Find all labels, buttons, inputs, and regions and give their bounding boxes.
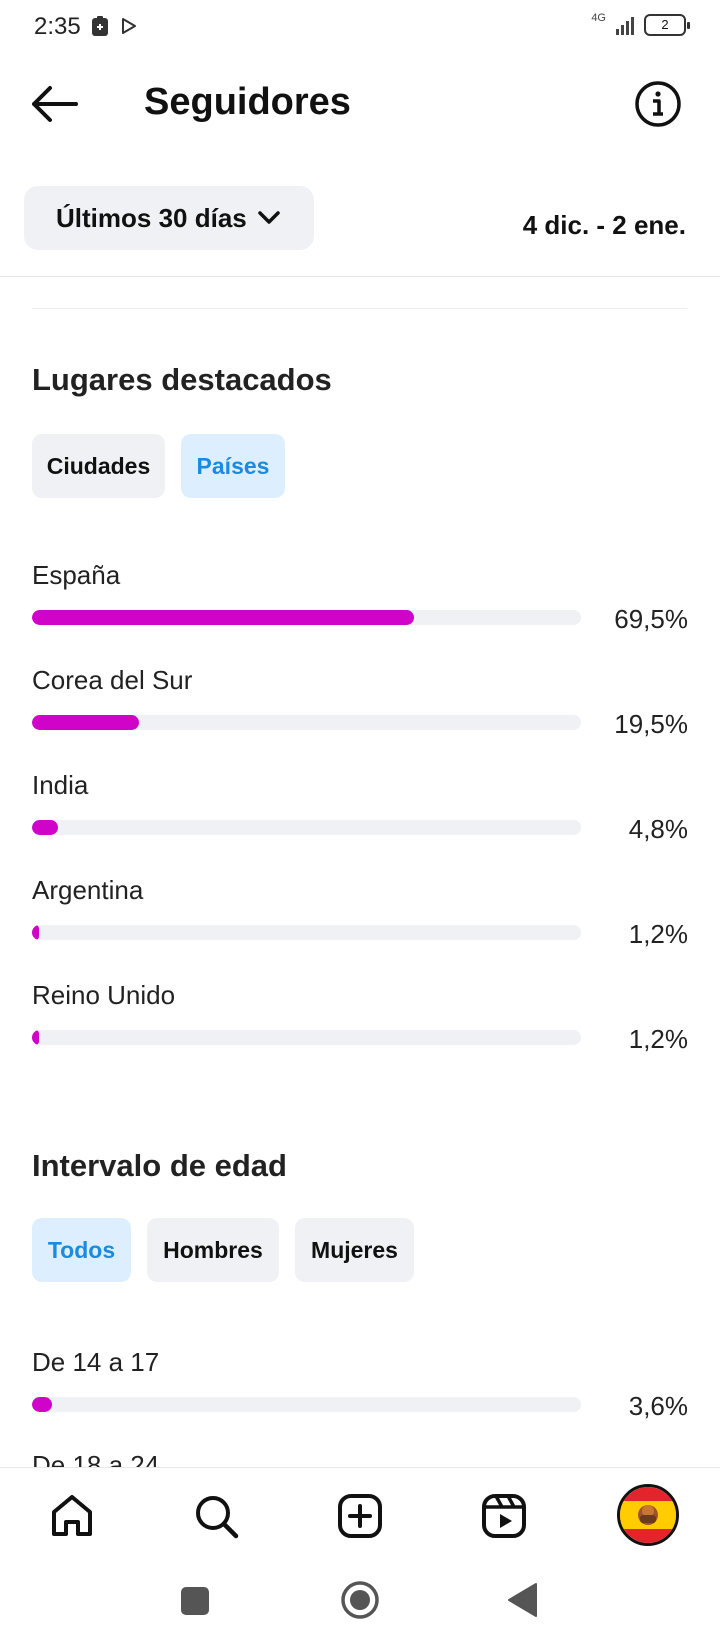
age-section-title: Intervalo de edad: [32, 1148, 287, 1183]
nav-reels[interactable]: [474, 1486, 534, 1546]
percentage-value: 19,5%: [614, 709, 688, 739]
recent-apps-button[interactable]: [180, 1586, 210, 1621]
country-label: Corea del Sur: [32, 665, 193, 695]
country-label: Argentina: [32, 875, 144, 905]
bar-fill: [32, 1397, 52, 1412]
signal-icon: [616, 15, 634, 35]
battery-icon: 2: [644, 14, 690, 36]
country-label: España: [32, 560, 121, 590]
places-section-title: Lugares destacados: [32, 362, 332, 397]
date-range-dropdown-label: Últimos 30 días: [56, 202, 247, 233]
bar-track: [32, 1397, 581, 1412]
home-icon: [52, 1495, 92, 1536]
nav-create[interactable]: [330, 1486, 390, 1546]
percentage-value: 69,5%: [614, 604, 688, 634]
spain-flag-avatar-icon: [620, 1487, 676, 1543]
create-icon: [338, 1494, 382, 1538]
profile-avatar[interactable]: [617, 1484, 679, 1546]
network-label: 4G: [591, 12, 606, 24]
tab-cities[interactable]: Ciudades: [32, 434, 165, 498]
bar-fill: [32, 820, 59, 835]
bar-track: [32, 820, 581, 835]
date-range-text: 4 dic. - 2 ene.: [522, 210, 686, 240]
bar-fill: [32, 925, 39, 940]
tab-women[interactable]: Mujeres: [295, 1218, 414, 1282]
battery-level: 2: [661, 17, 669, 32]
clipboard-icon: [92, 16, 108, 36]
bar-fill: [32, 715, 140, 730]
percentage-value: 1,2%: [628, 1024, 688, 1054]
divider: [32, 308, 687, 309]
reels-icon: [482, 1494, 526, 1538]
triangle-back-icon: [508, 1583, 537, 1617]
tab-all[interactable]: Todos: [32, 1218, 131, 1282]
bar-fill: [32, 1030, 39, 1045]
country-label: India: [32, 770, 89, 800]
bar-track: [32, 715, 581, 730]
back-system-button[interactable]: [506, 1582, 538, 1623]
home-system-button[interactable]: [340, 1580, 380, 1625]
header: Seguidores: [0, 56, 720, 152]
play-store-icon: [122, 18, 136, 34]
nav-home[interactable]: [42, 1486, 102, 1546]
divider: [0, 276, 720, 277]
nav-search[interactable]: [186, 1486, 246, 1546]
bar-track: [32, 925, 581, 940]
bar-fill: [32, 610, 414, 625]
tab-men[interactable]: Hombres: [147, 1218, 279, 1282]
tab-countries[interactable]: Países: [181, 434, 285, 498]
circle-icon: [341, 1581, 379, 1619]
system-navigation: [0, 1564, 720, 1650]
age-label: De 14 a 17: [32, 1347, 160, 1377]
notification-icons: [92, 16, 136, 36]
chevron-down-icon: [257, 211, 280, 224]
country-label: Reino Unido: [32, 980, 176, 1010]
page-title: Seguidores: [144, 81, 351, 123]
arrow-left-icon: [32, 86, 78, 122]
status-bar: 2:35 4G 2: [0, 0, 720, 56]
search-icon: [196, 1496, 239, 1539]
back-button[interactable]: [28, 82, 80, 126]
square-icon: [181, 1587, 209, 1615]
percentage-value: 1,2%: [628, 919, 688, 949]
status-right: 4G 2: [591, 12, 690, 36]
percentage-value: 4,8%: [628, 814, 688, 844]
info-button[interactable]: [634, 80, 682, 128]
percentage-value: 3,6%: [628, 1391, 688, 1421]
date-range-dropdown[interactable]: Últimos 30 días: [24, 186, 314, 250]
bar-track: [32, 1030, 581, 1045]
bottom-navigation: [0, 1467, 720, 1564]
status-time: 2:35: [34, 13, 81, 40]
info-icon: [635, 81, 681, 127]
bar-track: [32, 610, 581, 625]
